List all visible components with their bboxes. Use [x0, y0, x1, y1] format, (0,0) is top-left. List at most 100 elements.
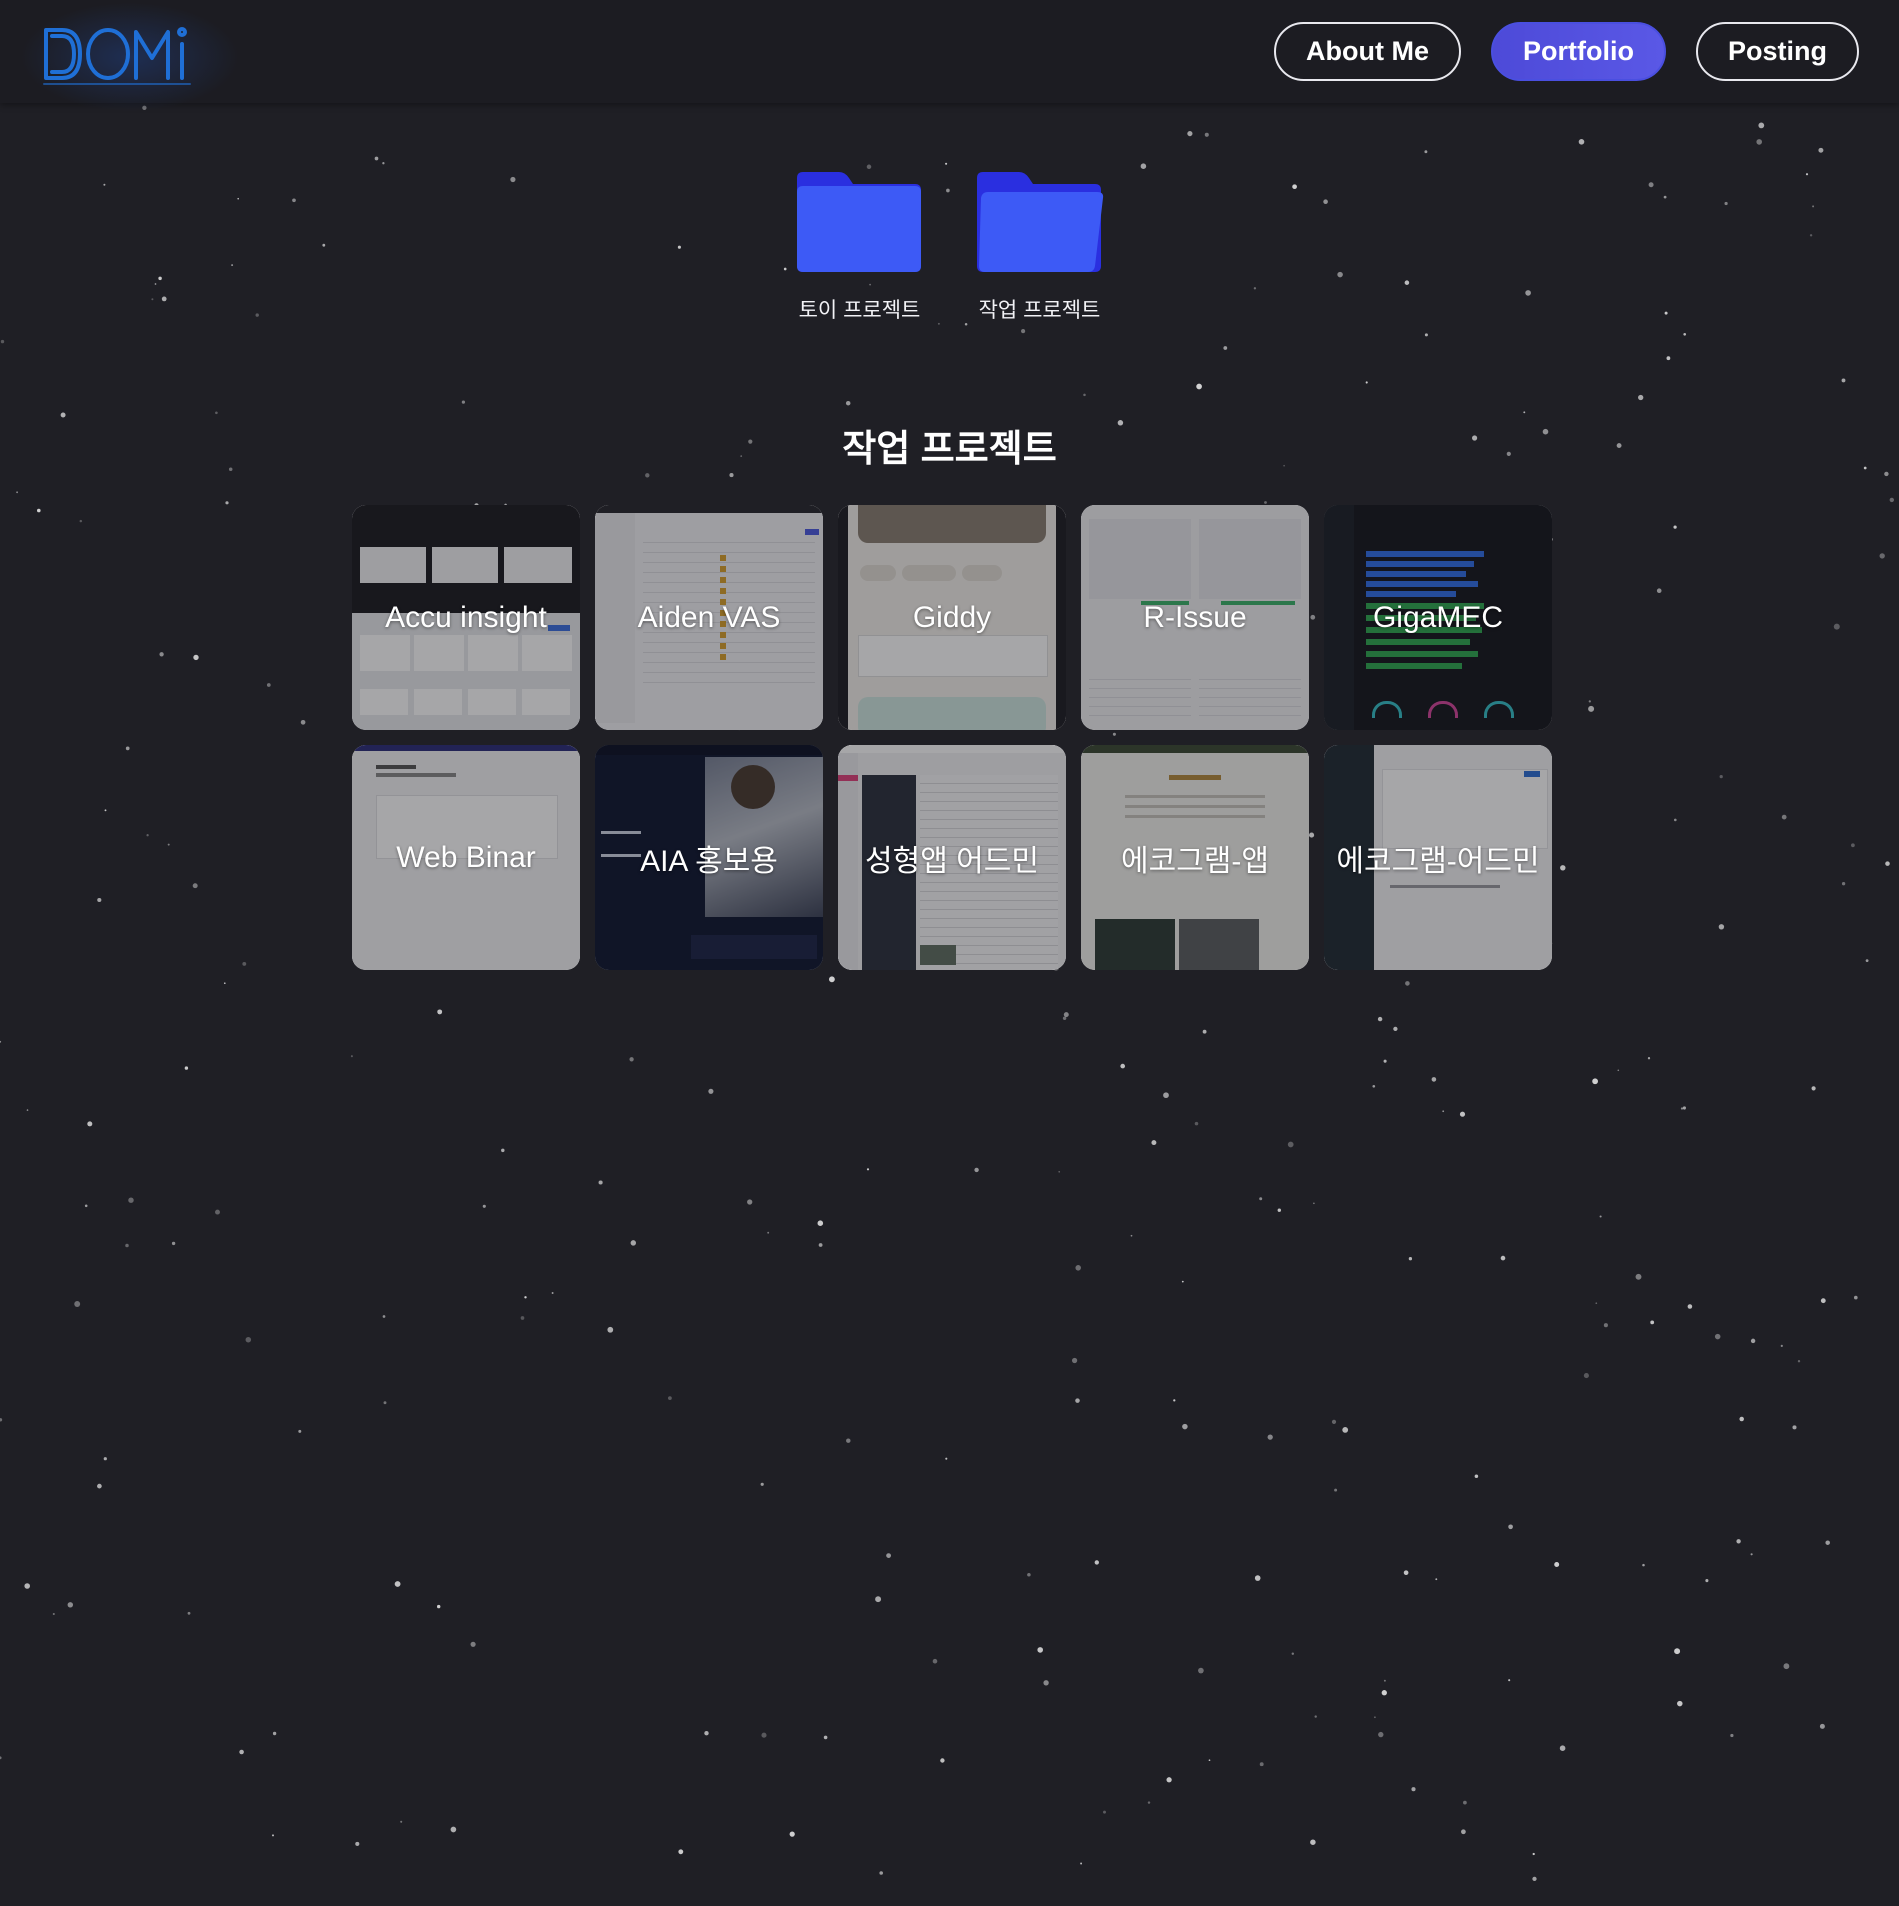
- project-card-ecogram-admin[interactable]: 에코그램-어드민: [1324, 745, 1552, 970]
- folder-open-icon: [976, 172, 1103, 272]
- star-dot: [1750, 1553, 1753, 1556]
- star-dot: [1342, 1427, 1349, 1433]
- star-dot: [125, 746, 130, 751]
- star-dot: [167, 843, 170, 846]
- star-dot: [818, 1243, 823, 1247]
- star-dot: [1818, 147, 1824, 153]
- star-dot: [97, 1483, 102, 1489]
- star-dot: [1083, 393, 1086, 397]
- star-dot: [1120, 1063, 1126, 1069]
- star-dot: [272, 1731, 277, 1736]
- project-title: Aiden VAS: [637, 600, 781, 634]
- star-dot: [60, 412, 66, 418]
- project-card-r-issue[interactable]: R-Issue: [1081, 505, 1309, 730]
- star-dot: [1820, 1298, 1826, 1304]
- nav-posting-button[interactable]: Posting: [1696, 22, 1859, 81]
- star-dot: [1783, 1663, 1790, 1670]
- star-dot: [1313, 1202, 1315, 1205]
- star-dot: [789, 1831, 795, 1837]
- star-dot: [932, 1658, 938, 1664]
- star-dot: [1037, 1647, 1044, 1653]
- folder-toy-projects[interactable]: 토이 프로젝트: [796, 170, 923, 324]
- star-dot: [1187, 131, 1193, 137]
- star-dot: [1780, 1344, 1783, 1348]
- star-dot: [1673, 818, 1677, 822]
- star-dot: [940, 1758, 945, 1763]
- star-dot: [1208, 1759, 1211, 1762]
- star-dot: [1372, 1084, 1376, 1088]
- star-dot: [1673, 525, 1677, 529]
- star-dot: [1314, 1715, 1317, 1718]
- star-dot: [159, 652, 164, 657]
- star-dot: [1885, 861, 1890, 866]
- project-card-aia[interactable]: AIA 홍보용: [595, 745, 823, 970]
- star-dot: [1151, 1140, 1157, 1146]
- star-dot: [1204, 132, 1209, 137]
- star-dot: [1254, 1575, 1261, 1581]
- star-dot: [1043, 1680, 1049, 1686]
- star-dot: [1405, 981, 1410, 986]
- star-dot: [1554, 1562, 1560, 1567]
- project-card-ecogram-app[interactable]: 에코그램-앱: [1081, 745, 1309, 970]
- star-dot: [1750, 1338, 1756, 1344]
- star-dot: [1461, 1829, 1466, 1835]
- folder-closed-icon: [796, 172, 921, 272]
- portfolio-page: About Me Portfolio Posting 토이 프로젝트 작업 프로…: [0, 0, 1899, 1906]
- star-dot: [1500, 1255, 1506, 1261]
- star-dot: [1094, 1560, 1099, 1565]
- star-dot: [1062, 1016, 1067, 1021]
- star-dot: [437, 1604, 441, 1609]
- star-dot: [1603, 1323, 1608, 1328]
- project-card-surgery-app-admin[interactable]: 성형앱 어드민: [838, 745, 1066, 970]
- project-card-accu-insight[interactable]: Accu insight: [352, 505, 580, 730]
- star-dot: [1705, 1579, 1709, 1583]
- star-dot: [1797, 1360, 1801, 1363]
- star-dot: [598, 1180, 603, 1185]
- star-dot: [1592, 1078, 1598, 1085]
- star-dot: [470, 1641, 476, 1647]
- project-grid: Accu insight Aiden VAS Giddy R-Issue Gig…: [352, 505, 1552, 970]
- star-dot: [1071, 1357, 1078, 1364]
- logo[interactable]: [20, 2, 240, 112]
- project-title: Web Binar: [396, 840, 536, 874]
- star-dot: [400, 1820, 403, 1823]
- star-dot: [1408, 1257, 1413, 1261]
- star-dot: [125, 1243, 129, 1248]
- star-dot: [1781, 814, 1787, 820]
- star-dot: [245, 1336, 252, 1343]
- star-dot: [551, 1292, 554, 1294]
- star-dot: [187, 1611, 191, 1615]
- star-dot: [866, 164, 872, 170]
- star-dot: [1424, 333, 1428, 337]
- project-card-web-binar[interactable]: Web Binar: [352, 745, 580, 970]
- nav-portfolio-button[interactable]: Portfolio: [1491, 22, 1666, 81]
- star-dot: [1599, 1215, 1602, 1218]
- star-dot: [1588, 700, 1591, 703]
- star-dot: [1424, 150, 1428, 154]
- star-dot: [1889, 497, 1894, 503]
- star-dot: [1331, 1419, 1337, 1425]
- star-dot: [945, 1457, 948, 1460]
- star-dot: [1635, 1273, 1642, 1280]
- star-dot: [84, 1204, 88, 1208]
- nav-about-me-button[interactable]: About Me: [1274, 22, 1462, 81]
- star-dot: [103, 1457, 107, 1461]
- star-dot: [437, 1009, 443, 1015]
- folder-work-projects[interactable]: 작업 프로젝트: [976, 170, 1103, 324]
- star-dot: [1267, 1434, 1273, 1440]
- project-card-aiden-vas[interactable]: Aiden VAS: [595, 505, 823, 730]
- star-dot: [1739, 1416, 1744, 1422]
- star-dot: [1027, 1572, 1031, 1577]
- star-dot: [215, 1209, 220, 1215]
- star-dot: [97, 897, 102, 903]
- domi-logo-icon: [43, 27, 191, 85]
- star-dot: [0, 1040, 2, 1043]
- star-dot: [1819, 1723, 1825, 1729]
- star-dot: [1223, 346, 1228, 350]
- star-dot: [1841, 882, 1846, 886]
- star-dot: [1021, 329, 1026, 334]
- project-title: AIA 홍보용: [640, 844, 778, 878]
- project-card-giddy[interactable]: Giddy: [838, 505, 1066, 730]
- section-title: 작업 프로젝트: [842, 428, 1057, 469]
- project-card-gigamec[interactable]: GigaMEC: [1324, 505, 1552, 730]
